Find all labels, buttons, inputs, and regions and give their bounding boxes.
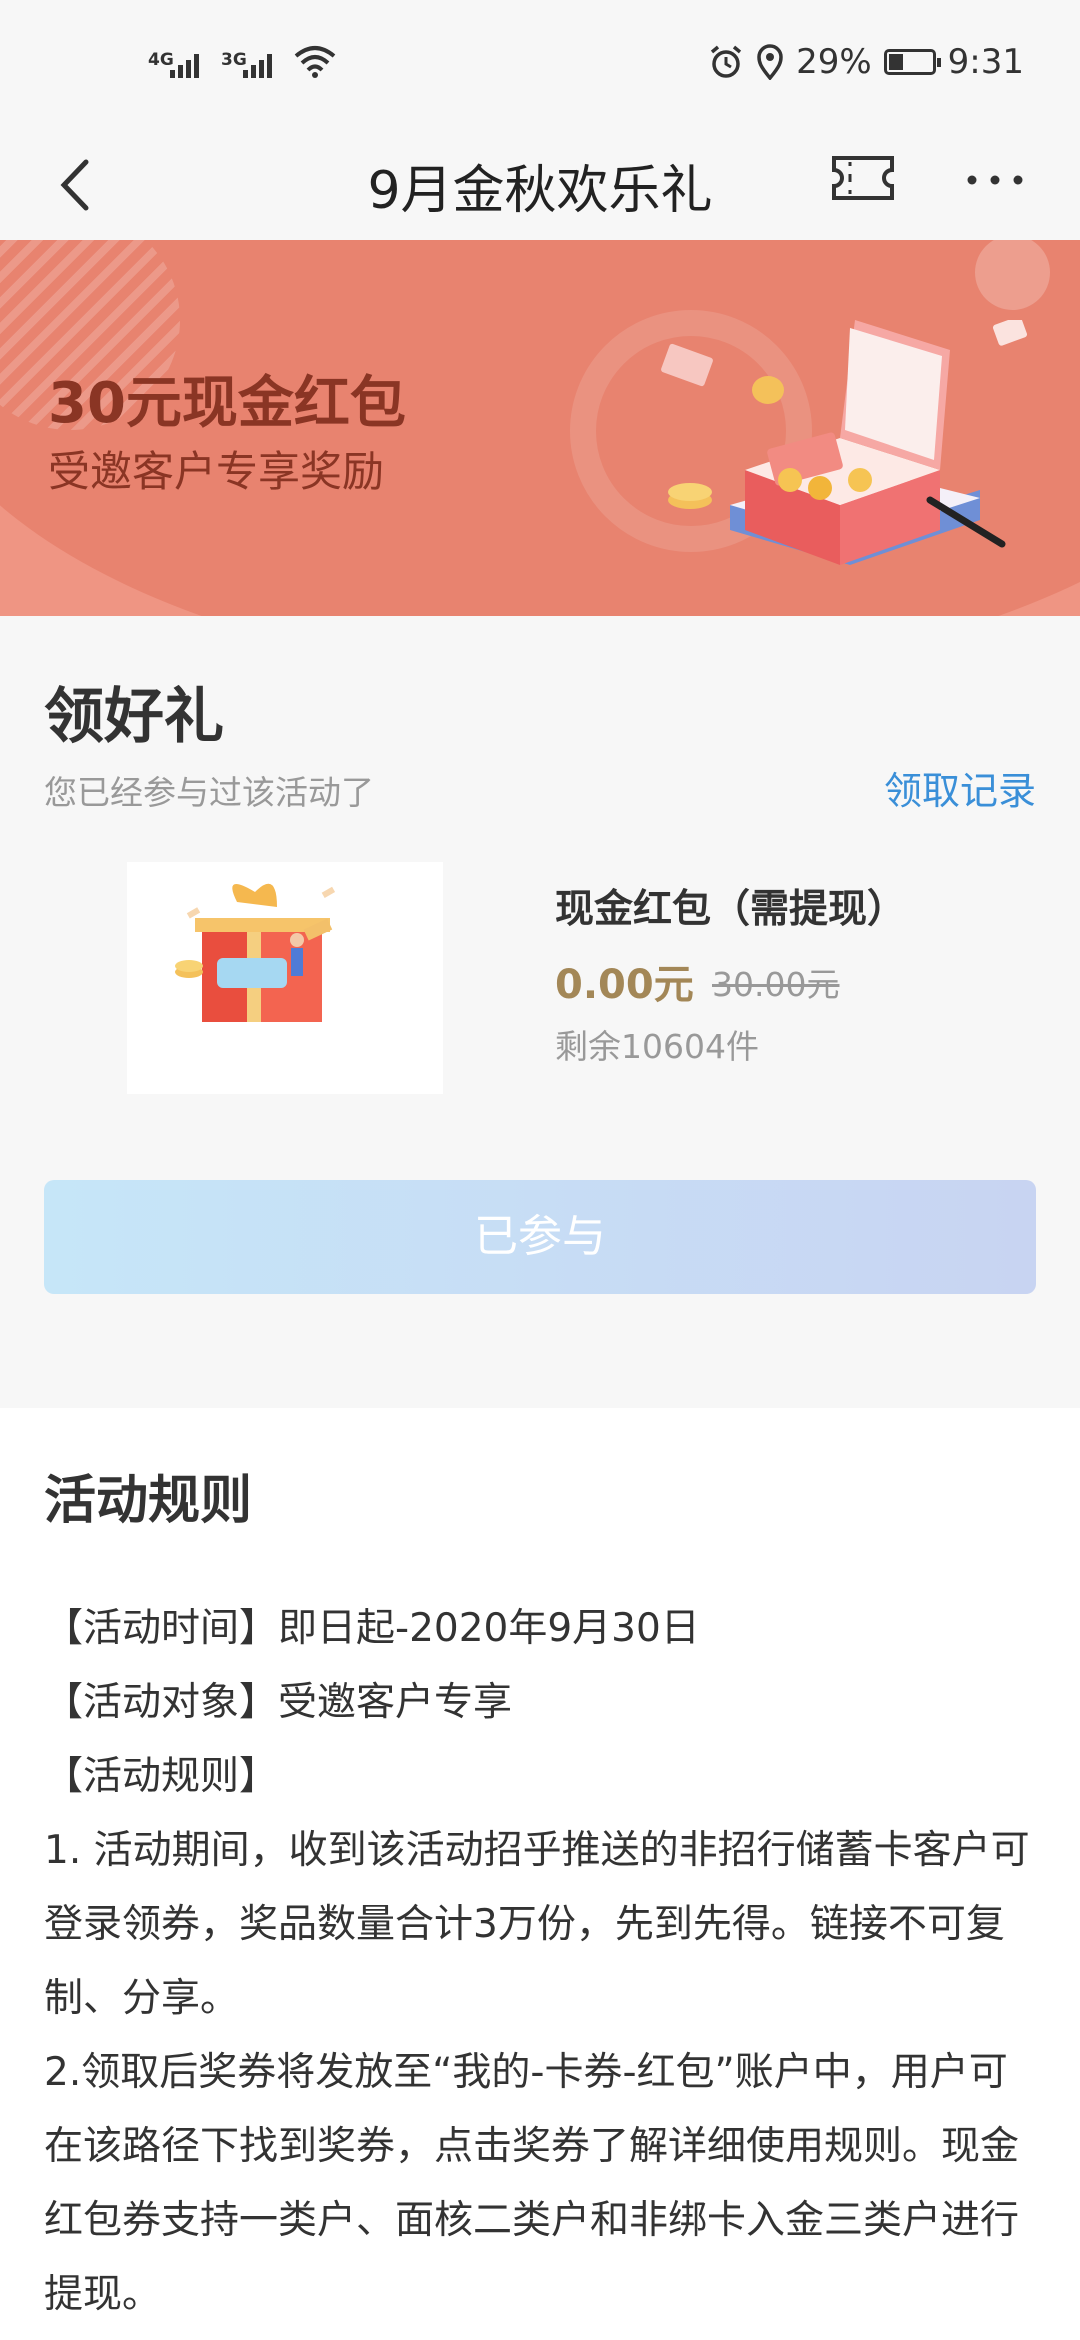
location-icon [757,44,783,80]
ticket-icon[interactable] [830,152,896,204]
banner-subheadline: 受邀客户专享奖励 [48,447,385,496]
alarm-icon [710,45,742,78]
rule-line: 1. 活动期间，收到该活动招乎推送的非招行储蓄卡客户可登录领券，奖品数量合计3万… [44,1828,1030,2021]
signal-icon: 4G [148,50,199,78]
gift-box-icon [175,883,336,1022]
network-type-2: 3G [221,50,247,70]
rule-line: 【活动时间】即日起-2020年9月30日 [44,1606,700,1651]
clock: 9:31 [947,42,1024,82]
status-bar: 4G 3G 29% 9:31 [0,0,1080,130]
rule-line: 【活动对象】受邀客户专享 [44,1680,513,1725]
section-title: 领好礼 [44,682,224,752]
wifi-icon [294,46,336,78]
participation-note: 您已经参与过该活动了 [44,773,374,812]
red-envelope-book-illustration [661,320,1028,565]
product-name: 现金红包（需提现） [555,887,907,932]
rule-line: 【活动规则】 [44,1754,279,1799]
nav-bar: 9月金秋欢乐礼 [0,130,1080,240]
signal-group: 4G 3G [148,44,336,78]
battery-percent: 29% [796,42,872,82]
more-icon[interactable] [960,150,1030,210]
page-title: 9月金秋欢乐礼 [367,161,713,221]
records-link[interactable]: 领取记录 [884,760,1036,815]
status-right: 29% 9:31 [708,42,1024,82]
battery-icon [883,49,941,75]
gift-section: 领好礼 您已经参与过该活动了 领取记录 现金红包（需提现） 0.00元 30.0… [0,616,1080,1408]
current-price: 0.00元 [555,962,694,1008]
original-price: 30.00元 [712,965,840,1004]
stock-remaining: 剩余10604件 [555,1027,759,1066]
rules-section: 活动规则 【活动时间】即日起-2020年9月30日 【活动对象】受邀客户专享 【… [0,1408,1080,2340]
network-type-1: 4G [148,50,174,70]
joined-button[interactable]: 已参与 [44,1180,1036,1294]
banner-headline: 30元现金红包 [48,371,406,436]
rules-title: 活动规则 [44,1471,253,1531]
rules-body: 【活动时间】即日起-2020年9月30日 【活动对象】受邀客户专享 【活动规则】… [44,1592,1044,2332]
signal-icon: 3G [221,50,272,78]
rule-line: 2.领取后奖券将发放至“我的-卡券-红包”账户中，用户可在该路径下找到奖券，点击… [44,2050,1020,2317]
product-image [127,862,443,1094]
promo-banner: 30元现金红包 受邀客户专享奖励 [0,240,1080,616]
